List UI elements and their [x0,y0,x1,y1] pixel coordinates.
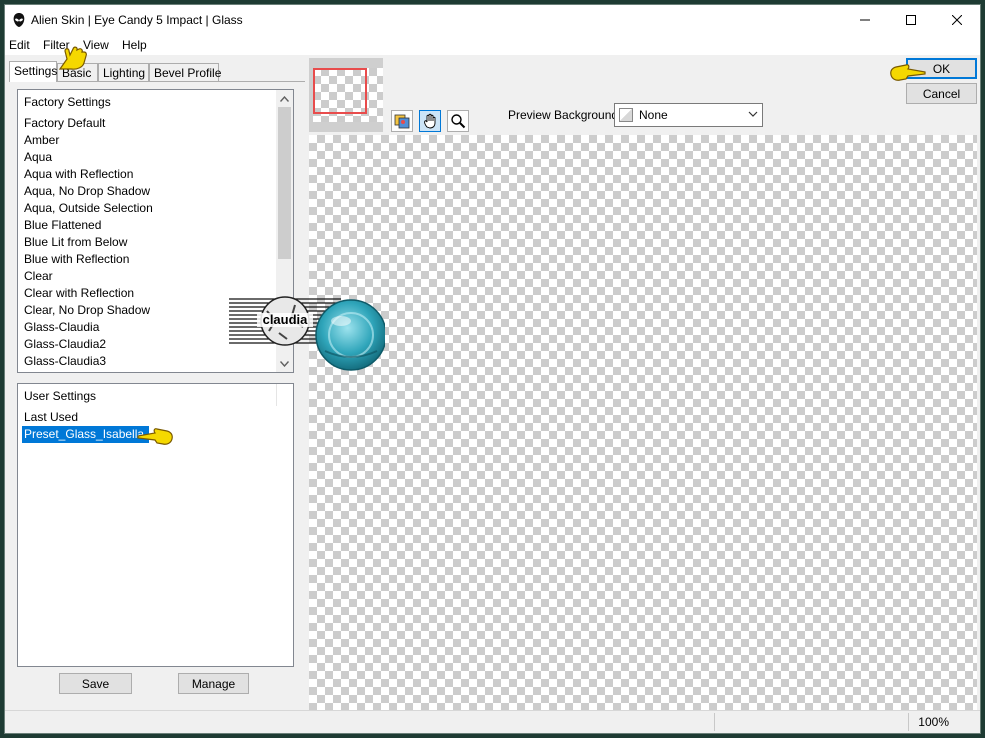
status-separator [714,713,715,731]
background-swatch-icon [619,108,633,122]
scroll-up-arrow[interactable] [276,90,293,107]
toggle-preview-button[interactable] [391,110,413,132]
eye-candy-window: Alien Skin | Eye Candy 5 Impact | Glass … [4,4,981,734]
list-item[interactable]: Aqua, No Drop Shadow [24,183,150,200]
preview-canvas[interactable] [309,135,977,710]
chevron-down-icon [748,111,758,117]
minimize-button[interactable] [842,5,888,35]
list-item[interactable]: Factory Default [24,115,105,132]
maximize-button[interactable] [888,5,934,35]
list-item[interactable]: Clear, No Drop Shadow [24,302,150,319]
list-item[interactable]: Blue Lit from Below [24,234,127,251]
list-item[interactable]: Glass-Claudia2 [24,336,106,353]
status-bar: 100% [5,710,980,733]
list-item[interactable]: Blue Flattened [24,217,101,234]
list-item[interactable]: Glass-Claudia [24,319,99,336]
preview-background-value: None [639,108,668,122]
title-bar: Alien Skin | Eye Candy 5 Impact | Glass [5,5,980,35]
watermark-text: claudia [263,312,309,327]
pointer-hand-icon [890,64,926,81]
hand-icon [424,113,436,129]
before-after-icon [394,114,410,129]
list-item[interactable]: Blue with Reflection [24,251,129,268]
tab-settings[interactable]: Settings [9,61,57,82]
menu-edit[interactable]: Edit [9,38,30,52]
pointer-hand-icon [58,46,87,70]
list-item-selected[interactable]: Preset_Glass_Isabella [22,426,150,443]
factory-settings-header: Factory Settings [24,95,111,109]
claudia-watermark: claudia [229,296,385,371]
user-settings-header: User Settings [24,389,97,403]
navigator-thumbnail[interactable] [309,58,383,132]
hand-tool-button[interactable] [419,110,441,132]
navigator-preview [313,68,383,122]
zoom-tool-button[interactable] [447,110,469,132]
preview-background-select[interactable]: None [614,103,763,127]
list-item[interactable]: Clear with Reflection [24,285,134,302]
scroll-thumb[interactable] [278,107,291,259]
zoom-level: 100% [918,715,949,729]
manage-button[interactable]: Manage [178,673,249,694]
minimize-icon [860,19,870,21]
status-separator [908,713,909,731]
list-item[interactable]: Clear [24,268,53,285]
tab-lighting[interactable]: Lighting [98,63,149,81]
preview-background-label: Preview Background: [508,108,622,122]
cancel-button[interactable]: Cancel [906,83,977,104]
list-item[interactable]: Glass-Claudia3 [24,353,106,370]
alien-skin-icon [13,13,25,27]
navigator-viewport-rect[interactable] [313,68,367,114]
menu-bar: Edit Filter View Help [5,35,980,55]
header-separator [276,384,277,406]
list-item[interactable]: Aqua, Outside Selection [24,200,153,217]
tab-bevel-profile[interactable]: Bevel Profile [149,63,221,81]
list-item[interactable]: Aqua with Reflection [24,166,133,183]
list-item[interactable]: Aqua [24,149,52,166]
pointer-hand-icon [137,428,173,445]
close-icon [952,15,962,25]
save-button[interactable]: Save [59,673,132,694]
list-item[interactable]: Last Used [24,409,78,426]
magnifier-icon [451,114,466,129]
maximize-icon [906,15,916,25]
menu-help[interactable]: Help [122,38,147,52]
list-item[interactable]: Amber [24,132,59,149]
window-title: Alien Skin | Eye Candy 5 Impact | Glass [31,13,243,27]
chevron-up-icon [280,95,289,102]
close-button[interactable] [934,5,980,35]
